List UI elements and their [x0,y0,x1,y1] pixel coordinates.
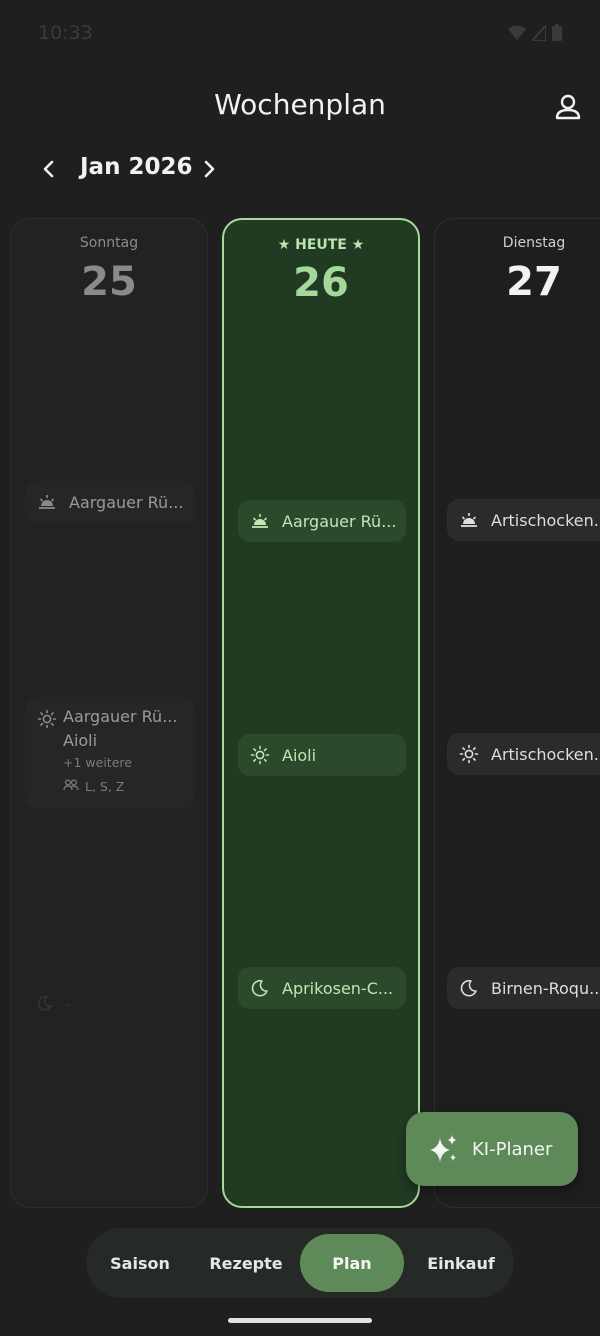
month-label: Jan 2026 [80,154,193,180]
sunrise-icon [37,492,57,512]
status-icons [508,21,562,45]
meal-title: Birnen-Roqu... [491,978,600,998]
meal-chip-dinner[interactable]: Aprikosen-C... [238,967,406,1009]
profile-icon [550,94,586,130]
sunrise-icon [250,511,270,531]
persons-label: L, S, Z [85,779,125,794]
next-month-button[interactable] [196,154,222,184]
day-column-today[interactable]: ★ HEUTE ★ 26 Aargauer Rü... Aioli Apriko… [222,218,420,1208]
sun-icon [459,744,479,764]
sun-icon [37,709,57,729]
moon-icon [250,978,270,998]
meal-chip-breakfast[interactable]: Aargauer Rü... [25,481,195,523]
meal-chip-dinner[interactable]: Birnen-Roqu... [447,967,600,1009]
meal-slot-dinner-empty[interactable]: – [37,995,72,1015]
meal-chip-breakfast[interactable]: Aargauer Rü... [238,500,406,542]
meal-title: Aioli [282,745,317,765]
page-title: Wochenplan [214,88,386,121]
empty-placeholder: – [65,997,72,1013]
meal-title: Aargauer Rü... [63,707,178,726]
meal-chip-breakfast[interactable]: Artischocken... [447,499,600,541]
meal-chip-lunch[interactable]: Artischocken... [447,733,600,775]
previous-month-button[interactable] [36,154,62,184]
day-name: Sonntag [79,235,139,251]
signal-icon [529,21,547,45]
bottom-navigation: Saison Rezepte Plan Einkauf [86,1228,514,1298]
battery-icon [552,24,562,45]
sunrise-icon [459,510,479,530]
app: 10:33 Wochenplan Jan 2026 Sonntag 25 Aar… [0,0,600,1336]
wifi-icon [508,25,526,45]
meal-title: Artischocken... [491,744,600,764]
meal-title: Aargauer Rü... [282,511,397,531]
meal-title: Aargauer Rü... [69,492,184,512]
nav-tab-rezepte[interactable]: Rezepte [196,1234,296,1292]
day-number: 27 [506,259,562,305]
meal-title: Aprikosen-C... [282,978,394,998]
ki-planer-button[interactable]: KI-Planer [406,1112,578,1186]
chevron-left-icon [36,160,62,188]
ki-planer-label: KI-Planer [472,1138,553,1160]
status-time: 10:33 [38,22,93,44]
persons-row: L, S, Z [63,779,124,794]
nav-tab-plan[interactable]: Plan [300,1234,404,1292]
more-meals-label: +1 weitere [63,755,132,770]
today-label: ★ HEUTE ★ [277,237,365,253]
chevron-right-icon [196,160,222,188]
meal-title: Aioli [63,731,98,750]
day-column-sunday[interactable]: Sonntag 25 Aargauer Rü... Aargauer Rü...… [10,218,208,1208]
persons-icon [63,779,85,794]
sun-icon [250,745,270,765]
moon-icon [37,995,53,1015]
moon-icon [459,978,479,998]
day-name: Dienstag [502,235,566,251]
nav-tab-einkauf[interactable]: Einkauf [408,1234,514,1292]
day-number: 26 [293,260,349,306]
meal-chip-lunch[interactable]: Aioli [238,734,406,776]
day-number: 25 [81,259,137,305]
meal-chip-lunch[interactable]: Aargauer Rü... Aioli +1 weitere L, S, Z [25,697,195,809]
day-column-tuesday[interactable]: Dienstag 27 Artischocken... Artischocken… [434,218,600,1208]
nav-tab-saison[interactable]: Saison [90,1234,190,1292]
sparkle-icon [428,1133,460,1165]
home-indicator[interactable] [228,1318,372,1323]
profile-button[interactable] [550,90,586,126]
meal-title: Artischocken... [491,510,600,530]
